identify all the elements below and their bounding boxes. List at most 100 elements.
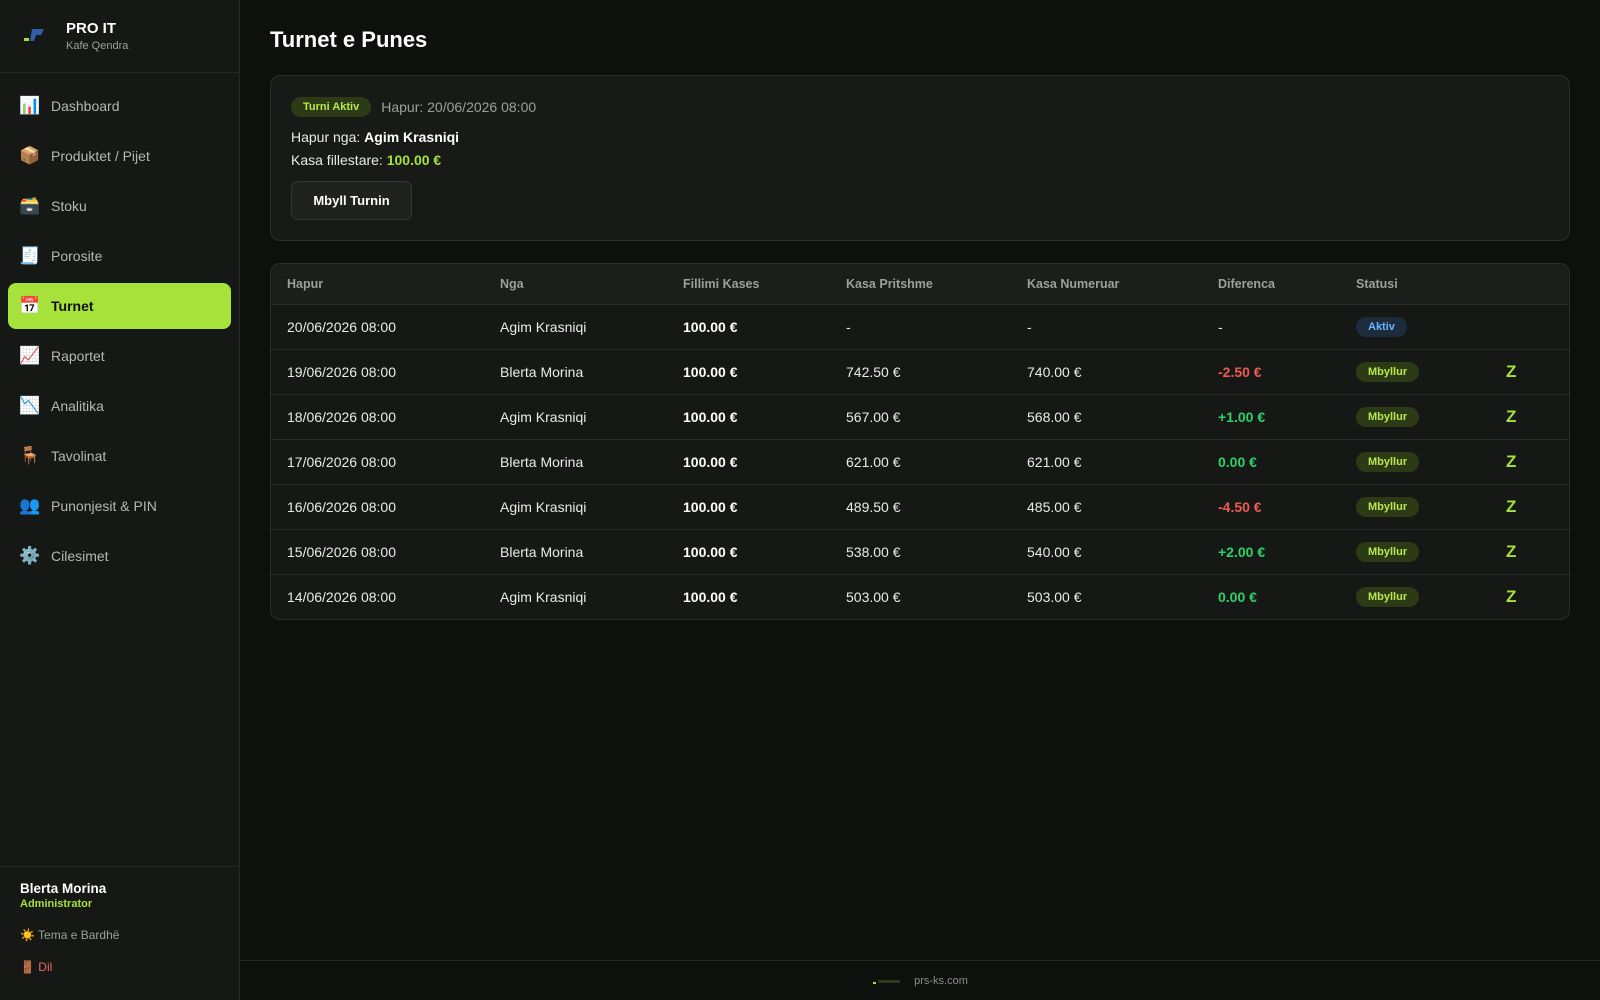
logout-link[interactable]: 🚪 Dil	[20, 960, 219, 974]
cell-expected-cash: 567.00 €	[846, 408, 901, 425]
active-shift-card: Turni Aktiv Hapur: 20/06/2026 08:00 Hapu…	[270, 75, 1570, 241]
z-report-button[interactable]: Z	[1506, 497, 1516, 516]
cell-difference: +2.00 €	[1218, 543, 1266, 560]
shifts-table-container: Hapur Nga Fillimi Kases Kasa Pritshme Ka…	[270, 263, 1570, 620]
col-header-difference: Diferenca	[1218, 276, 1275, 291]
cell-start-cash: 100.00 €	[683, 453, 738, 470]
cell-opened: 17/06/2026 08:00	[287, 453, 396, 470]
footer: prs-ks.com	[240, 960, 1600, 1000]
start-cash-value: 100.00 €	[386, 152, 442, 168]
shift-opened-by: Hapur nga: Agim Krasniqi	[291, 129, 1549, 145]
cell-expected-cash: 621.00 €	[846, 453, 901, 470]
table-row: 20/06/2026 08:00 Agim Krasniqi 100.00 € - - -…	[271, 304, 1569, 349]
gear-icon: ⚙️	[19, 546, 41, 565]
col-header-actions	[1506, 264, 1569, 304]
sidebar: PRO IT Kafe Qendra 📊 Dashboard 📦 Produktet …	[0, 0, 240, 1000]
cell-opened: 20/06/2026 08:00	[287, 318, 396, 335]
status-badge: Mbyllur	[1356, 541, 1420, 562]
cell-difference: -4.50 €	[1218, 498, 1262, 515]
z-report-button[interactable]: Z	[1506, 452, 1516, 471]
users-icon: 👥	[19, 496, 41, 515]
cell-start-cash: 100.00 €	[683, 498, 738, 515]
sidebar-item-porosite[interactable]: 🧾 Porosite	[8, 233, 231, 279]
brand-logo-icon	[20, 21, 50, 51]
active-shift-badge: Turni Aktiv	[291, 97, 372, 117]
cell-by: Blerta Morina	[500, 543, 584, 560]
opened-by-value: Agim Krasniqi	[364, 129, 460, 145]
user-role: Administrator	[20, 898, 93, 910]
sidebar-item-analitika[interactable]: 📉 Analitika	[8, 383, 231, 429]
z-report-button[interactable]: Z	[1506, 407, 1516, 426]
cell-counted-cash: 485.00 €	[1027, 498, 1082, 515]
close-shift-button[interactable]: Mbyll Turnin	[291, 181, 412, 220]
receipt-icon: 🧾	[19, 246, 41, 265]
cell-counted-cash: 540.00 €	[1027, 543, 1082, 560]
cell-opened: 19/06/2026 08:00	[287, 363, 396, 380]
status-badge: Mbyllur	[1356, 361, 1420, 382]
z-report-button[interactable]: Z	[1506, 542, 1516, 561]
table-row: 19/06/2026 08:00 Blerta Morina 100.00 € 742…	[271, 349, 1569, 394]
cell-by: Agim Krasniqi	[500, 588, 587, 605]
cell-counted-cash: 740.00 €	[1027, 363, 1082, 380]
cell-start-cash: 100.00 €	[683, 588, 738, 605]
status-badge: Mbyllur	[1356, 586, 1420, 607]
col-header-counted-cash: Kasa Numeruar	[1027, 276, 1120, 291]
sidebar-item-label: Analitika	[51, 398, 104, 414]
table-row: 17/06/2026 08:00 Blerta Morina 100.00 € 621…	[271, 439, 1569, 484]
cell-start-cash: 100.00 €	[683, 543, 738, 560]
col-header-status: Statusi	[1356, 276, 1398, 291]
cell-opened: 15/06/2026 08:00	[287, 543, 396, 560]
package-icon: 📦	[19, 146, 41, 165]
sidebar-item-stoku[interactable]: 🗃️ Stoku	[8, 183, 231, 229]
user-name: Blerta Morina	[20, 881, 107, 896]
cell-difference: -	[1218, 318, 1223, 335]
brand-subtitle: Kafe Qendra	[66, 40, 129, 52]
sidebar-item-label: Tavolinat	[51, 448, 107, 464]
footer-text[interactable]: prs-ks.com	[914, 975, 968, 987]
cell-by: Agim Krasniqi	[500, 498, 587, 515]
sidebar-item-produktet-pijet[interactable]: 📦 Produktet / Pijet	[8, 133, 231, 179]
col-header-by: Nga	[500, 276, 524, 291]
user-panel: Blerta Morina Administrator ☀️ Tema e Ba…	[0, 866, 239, 1000]
sidebar-item-raportet[interactable]: 📈 Raportet	[8, 333, 231, 379]
shift-opened-at: Hapur: 20/06/2026 08:00	[381, 99, 537, 115]
sidebar-item-punonjesit-pin[interactable]: 👥 Punonjesit & PIN	[8, 483, 231, 529]
cell-expected-cash: 742.50 €	[846, 363, 901, 380]
main-content: Turnet e Punes Turni Aktiv Hapur: 20/06/…	[240, 0, 1600, 960]
cell-start-cash: 100.00 €	[683, 408, 738, 425]
start-cash-label: Kasa fillestare:	[291, 152, 383, 168]
footer-logo-icon	[872, 976, 904, 986]
col-header-opened: Hapur	[287, 276, 324, 291]
cell-expected-cash: 538.00 €	[846, 543, 901, 560]
table-row: 16/06/2026 08:00 Agim Krasniqi 100.00 € 489…	[271, 484, 1569, 529]
page-title: Turnet e Punes	[270, 27, 428, 52]
shift-start-cash: Kasa fillestare: 100.00 €	[291, 152, 1549, 168]
brand-title: PRO IT	[66, 20, 117, 37]
status-badge: Mbyllur	[1356, 406, 1420, 427]
chart-down-icon: 📉	[19, 396, 41, 415]
sidebar-item-dashboard[interactable]: 📊 Dashboard	[8, 83, 231, 129]
sidebar-item-label: Produktet / Pijet	[51, 148, 150, 164]
z-report-button[interactable]: Z	[1506, 362, 1516, 381]
sidebar-item-cilesimet[interactable]: ⚙️ Cilesimet	[8, 533, 231, 579]
cell-start-cash: 100.00 €	[683, 318, 738, 335]
table-row: 18/06/2026 08:00 Agim Krasniqi 100.00 € 567…	[271, 394, 1569, 439]
cell-by: Agim Krasniqi	[500, 318, 587, 335]
cell-opened: 16/06/2026 08:00	[287, 498, 396, 515]
status-badge: Aktiv	[1356, 316, 1407, 337]
sidebar-item-label: Porosite	[51, 248, 103, 264]
cell-difference: 0.00 €	[1218, 453, 1257, 470]
sidebar-item-tavolinat[interactable]: 🪑 Tavolinat	[8, 433, 231, 479]
table-row: 14/06/2026 08:00 Agim Krasniqi 100.00 € 503…	[271, 574, 1569, 619]
theme-toggle-link[interactable]: ☀️ Tema e Bardhë	[20, 928, 219, 942]
table-row: 15/06/2026 08:00 Blerta Morina 100.00 € 538…	[271, 529, 1569, 574]
status-badge: Mbyllur	[1356, 451, 1420, 472]
cell-difference: +1.00 €	[1218, 408, 1266, 425]
z-report-button[interactable]: Z	[1506, 587, 1516, 606]
sidebar-item-turnet[interactable]: 📅 Turnet	[8, 283, 231, 329]
col-header-start-cash: Fillimi Kases	[683, 276, 760, 291]
sidebar-nav: 📊 Dashboard 📦 Produktet / Pijet 🗃️ Stoku 🧾 Poro…	[0, 73, 239, 579]
cell-counted-cash: 568.00 €	[1027, 408, 1082, 425]
cell-opened: 14/06/2026 08:00	[287, 588, 396, 605]
cell-difference: 0.00 €	[1218, 588, 1257, 605]
